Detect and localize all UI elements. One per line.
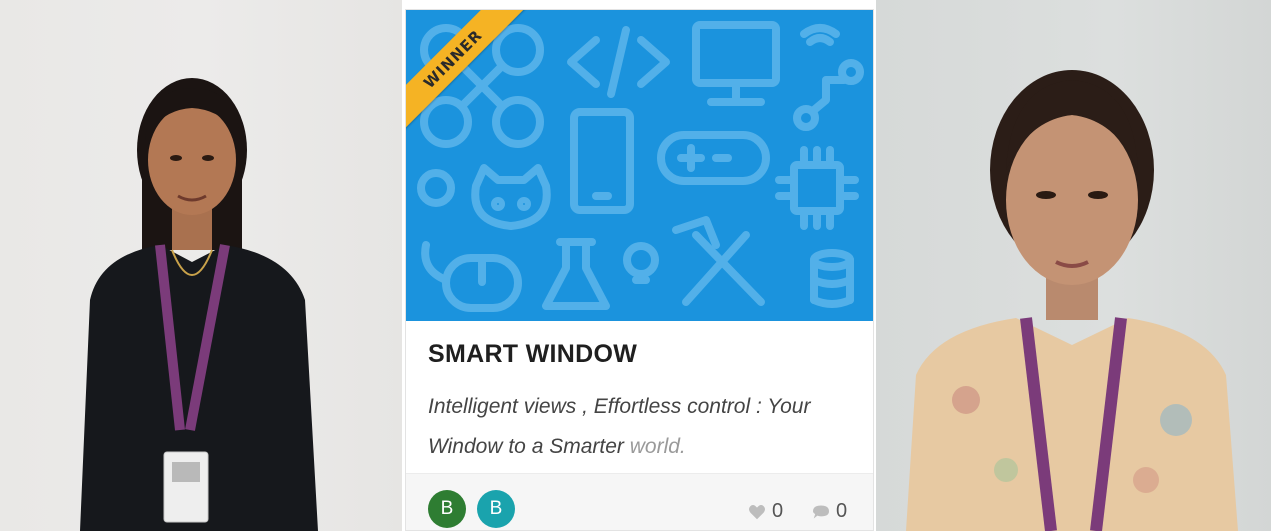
project-description-main: Intelligent views , Effortless control :… [428,395,811,458]
smartphone-icon [570,108,634,214]
code-icon [567,26,670,98]
project-description-faded: world. [629,435,686,458]
tools-icon [672,216,765,306]
monitor-icon [692,21,780,106]
person-photo-left [0,0,402,531]
flask-icon [542,238,610,310]
comment-icon [813,504,829,519]
card-footer: B B 0 0 [406,473,873,530]
lightbulb-icon [623,242,659,284]
likes-counter[interactable]: 0 [748,500,783,523]
mouse-icon [421,241,522,312]
person-right-illustration [906,70,1238,531]
person-left-illustration [80,78,318,531]
database-icon [810,249,854,308]
chip-icon [775,146,859,230]
person-photo-right [876,0,1271,531]
wifi-icon [800,24,840,46]
github-icon [471,164,551,230]
project-title[interactable]: SMART WINDOW [428,340,637,369]
gamepad-icon [657,131,770,185]
project-cover-image: WINNER [406,10,873,321]
circuit-icon [793,59,864,131]
member-avatar[interactable]: B [477,490,515,528]
member-avatar[interactable]: B [428,490,466,528]
project-card[interactable]: WINNER SMART WINDOW Intelligent views , … [405,9,874,531]
comments-count: 0 [836,500,848,522]
dollar-icon [417,169,455,207]
comments-counter[interactable]: 0 [812,500,847,523]
likes-count: 0 [772,500,784,522]
heart-icon [749,504,765,519]
project-description: Intelligent views , Effortless control :… [428,387,858,467]
